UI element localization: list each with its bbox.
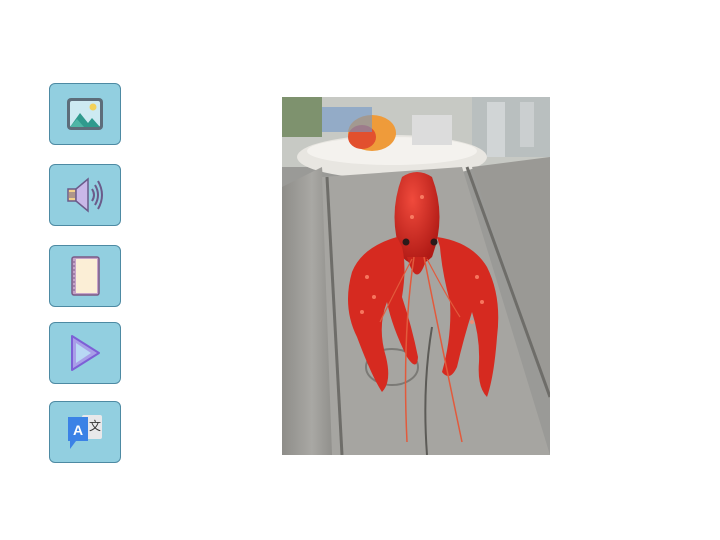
translate-glyph-b: 文: [89, 418, 101, 433]
play-button[interactable]: [49, 322, 121, 384]
app-stage: A 文: [0, 0, 720, 540]
play-icon: [71, 335, 100, 371]
translate-glyph-a: A: [73, 422, 83, 438]
image-icon: [67, 98, 103, 130]
translate-button[interactable]: A 文: [49, 401, 121, 463]
image-button[interactable]: [49, 83, 121, 145]
book-icon: [71, 256, 100, 296]
translate-icon: A 文: [68, 415, 102, 449]
crayfish-photo: [282, 97, 550, 455]
speaker-icon: [67, 177, 103, 213]
audio-button[interactable]: [49, 164, 121, 226]
book-button[interactable]: [49, 245, 121, 307]
